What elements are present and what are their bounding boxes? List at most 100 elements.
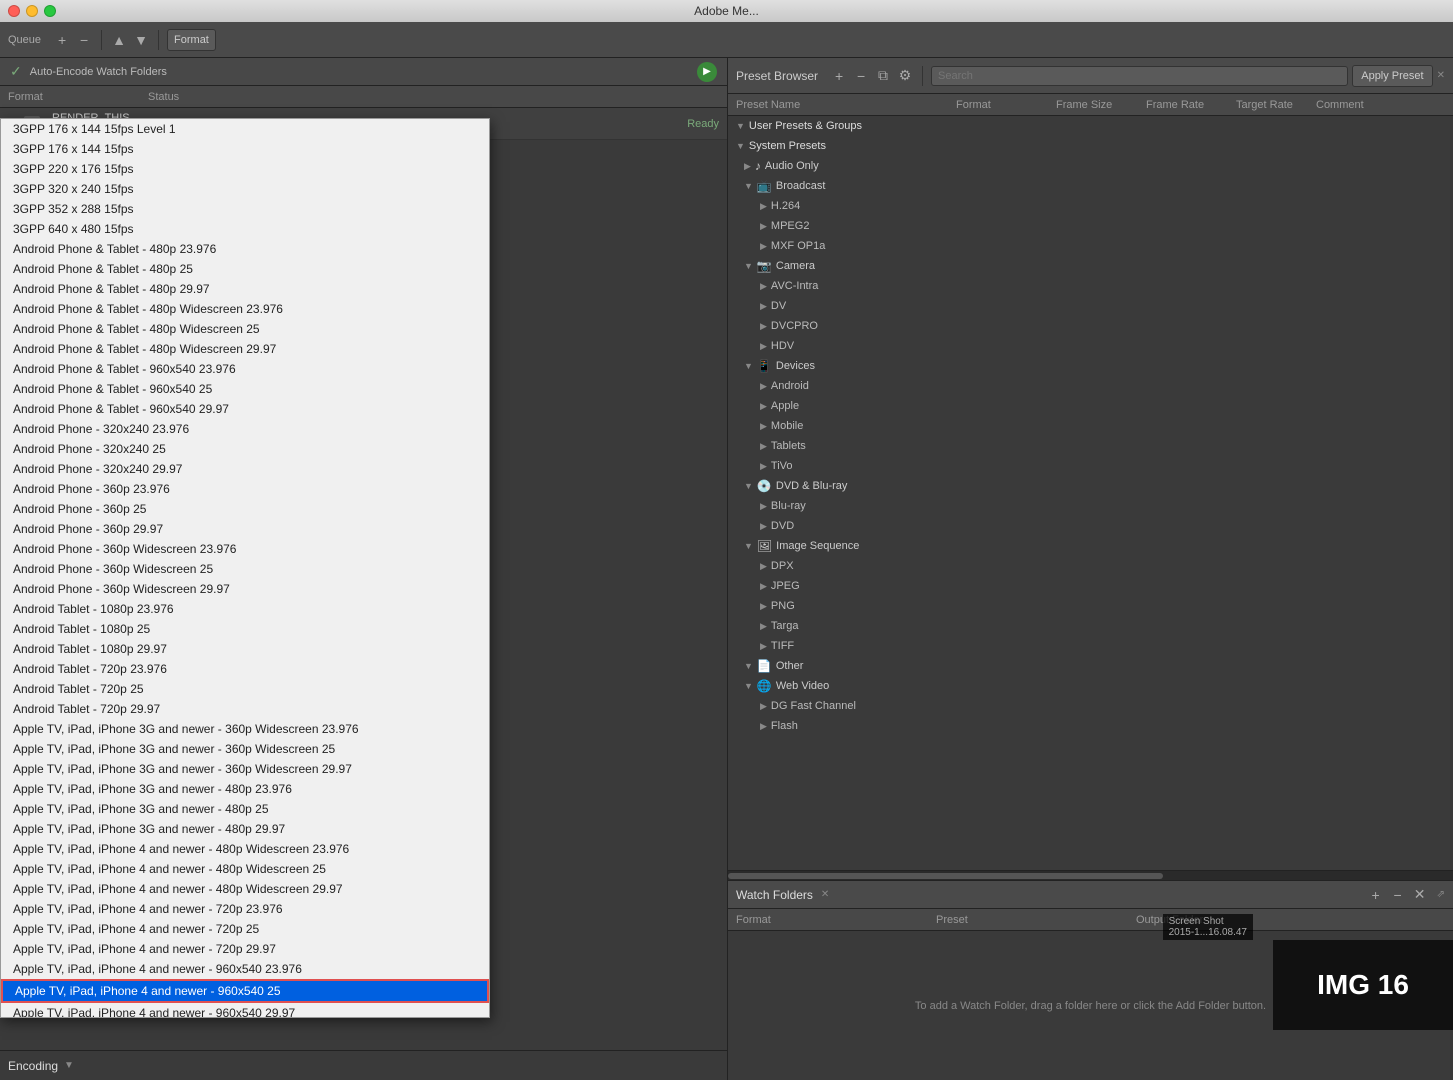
camera-dv[interactable]: ▶ DV — [728, 296, 1453, 316]
devices-tivo[interactable]: ▶ TiVo — [728, 456, 1453, 476]
dropdown-item[interactable]: Android Phone & Tablet - 960x540 23.976 — [1, 359, 489, 379]
dropdown-item[interactable]: Android Phone - 320x240 29.97 — [1, 459, 489, 479]
close-button[interactable] — [8, 5, 20, 17]
web-flash[interactable]: ▶ Flash — [728, 716, 1453, 736]
format-dropdown[interactable]: Format — [167, 29, 216, 51]
start-encode-btn[interactable]: ▶ — [697, 62, 717, 82]
dropdown-item[interactable]: Android Phone - 360p 25 — [1, 499, 489, 519]
dropdown-item[interactable]: 3GPP 320 x 240 15fps — [1, 179, 489, 199]
dropdown-item[interactable]: Android Phone - 360p Widescreen 29.97 — [1, 579, 489, 599]
imgseq-png[interactable]: ▶ PNG — [728, 596, 1453, 616]
dropdown-item[interactable]: Apple TV, iPad, iPhone 3G and newer - 48… — [1, 819, 489, 839]
dropdown-item[interactable]: Apple TV, iPad, iPhone 4 and newer - 480… — [1, 839, 489, 859]
camera-hdv[interactable]: ▶ HDV — [728, 336, 1453, 356]
dropdown-item[interactable]: Apple TV, iPad, iPhone 4 and newer - 480… — [1, 879, 489, 899]
devices-apple[interactable]: ▶ Apple — [728, 396, 1453, 416]
dropdown-item[interactable]: Apple TV, iPad, iPhone 4 and newer - 720… — [1, 919, 489, 939]
dropdown-item[interactable]: 3GPP 176 x 144 15fps — [1, 139, 489, 159]
dropdown-item[interactable]: 3GPP 640 x 480 15fps — [1, 219, 489, 239]
watch-folders-close-icon[interactable]: ✕ — [821, 889, 829, 900]
devices-mobile[interactable]: ▶ Mobile — [728, 416, 1453, 436]
apply-preset-button[interactable]: Apply Preset — [1352, 65, 1432, 87]
dropdown-item[interactable]: Android Tablet - 1080p 25 — [1, 619, 489, 639]
dvd-group[interactable]: ▼ 💿 DVD & Blu-ray — [728, 476, 1453, 496]
broadcast-h264[interactable]: ▶ H.264 — [728, 196, 1453, 216]
imgseq-targa[interactable]: ▶ Targa — [728, 616, 1453, 636]
broadcast-mpeg2[interactable]: ▶ MPEG2 — [728, 216, 1453, 236]
settings-preset-icon[interactable]: ⚙ — [896, 67, 914, 85]
broadcast-mxf[interactable]: ▶ MXF OP1a — [728, 236, 1453, 256]
auto-encode-label[interactable]: Auto-Encode Watch Folders — [30, 66, 167, 78]
dropdown-item[interactable]: Apple TV, iPad, iPhone 4 and newer - 960… — [1, 959, 489, 979]
dropdown-item[interactable]: Android Phone - 320x240 23.976 — [1, 419, 489, 439]
preset-panel-collapse[interactable]: ✕ — [1437, 70, 1445, 81]
dropdown-item[interactable]: 3GPP 220 x 176 15fps — [1, 159, 489, 179]
dropdown-item[interactable]: Android Phone & Tablet - 960x540 25 — [1, 379, 489, 399]
image-seq-group[interactable]: ▼ 🖼 Image Sequence — [728, 536, 1453, 556]
dropdown-item[interactable]: Apple TV, iPad, iPhone 4 and newer - 960… — [1, 1003, 489, 1018]
dropdown-item[interactable]: Android Tablet - 720p 25 — [1, 679, 489, 699]
dropdown-item[interactable]: Android Tablet - 1080p 29.97 — [1, 639, 489, 659]
imgseq-dpx[interactable]: ▶ DPX — [728, 556, 1453, 576]
dvd-bluray[interactable]: ▶ Blu-ray — [728, 496, 1453, 516]
system-presets-group[interactable]: ▼ System Presets — [728, 136, 1453, 156]
dropdown-item[interactable]: Android Phone & Tablet - 480p Widescreen… — [1, 339, 489, 359]
move-up-icon[interactable]: ▲ — [110, 31, 128, 49]
dropdown-item[interactable]: Apple TV, iPad, iPhone 4 and newer - 720… — [1, 899, 489, 919]
broadcast-group[interactable]: ▼ 📺 Broadcast — [728, 176, 1453, 196]
devices-group[interactable]: ▼ 📱 Devices — [728, 356, 1453, 376]
dropdown-item[interactable]: Android Phone & Tablet - 480p Widescreen… — [1, 299, 489, 319]
dropdown-item[interactable]: Apple TV, iPad, iPhone 4 and newer - 720… — [1, 939, 489, 959]
dropdown-item[interactable]: Android Tablet - 720p 29.97 — [1, 699, 489, 719]
dropdown-item[interactable]: 3GPP 176 x 144 15fps Level 1 — [1, 119, 489, 139]
imgseq-tiff[interactable]: ▶ TIFF — [728, 636, 1453, 656]
camera-avc[interactable]: ▶ AVC-Intra — [728, 276, 1453, 296]
remove-watch-btn[interactable]: ✕ — [1411, 886, 1429, 904]
remove-queue-icon[interactable]: − — [75, 31, 93, 49]
add-preset-icon[interactable]: + — [830, 67, 848, 85]
dropdown-item[interactable]: Android Phone - 360p Widescreen 25 — [1, 559, 489, 579]
dropdown-item[interactable]: Apple TV, iPad, iPhone 3G and newer - 36… — [1, 719, 489, 739]
maximize-button[interactable] — [44, 5, 56, 17]
dropdown-item[interactable]: Android Phone - 360p 29.97 — [1, 519, 489, 539]
audio-only-group[interactable]: ▶ ♪ Audio Only — [728, 156, 1453, 176]
web-dg-fast[interactable]: ▶ DG Fast Channel — [728, 696, 1453, 716]
user-presets-group[interactable]: ▼ User Presets & Groups — [728, 116, 1453, 136]
devices-tablets[interactable]: ▶ Tablets — [728, 436, 1453, 456]
dropdown-item[interactable]: 3GPP 352 x 288 15fps — [1, 199, 489, 219]
camera-group[interactable]: ▼ 📷 Camera — [728, 256, 1453, 276]
dropdown-item[interactable]: Apple TV, iPad, iPhone 3G and newer - 48… — [1, 779, 489, 799]
dropdown-item[interactable]: Android Phone & Tablet - 480p 29.97 — [1, 279, 489, 299]
dropdown-item[interactable]: Apple TV, iPad, iPhone 4 and newer - 480… — [1, 859, 489, 879]
preset-scrollbar[interactable] — [728, 870, 1453, 880]
encoding-collapse[interactable]: ▼ — [64, 1060, 74, 1071]
devices-android[interactable]: ▶ Android — [728, 376, 1453, 396]
duplicate-preset-icon[interactable]: ⧉ — [874, 67, 892, 85]
watch-folders-collapse[interactable]: ⇗ — [1437, 889, 1445, 900]
dropdown-item[interactable]: Android Tablet - 1080p 23.976 — [1, 599, 489, 619]
dropdown-item[interactable]: Apple TV, iPad, iPhone 3G and newer - 48… — [1, 799, 489, 819]
add-queue-icon[interactable]: + — [53, 31, 71, 49]
dropdown-item[interactable]: Apple TV, iPad, iPhone 3G and newer - 36… — [1, 759, 489, 779]
add-watch-folder-btn[interactable]: + — [1367, 886, 1385, 904]
dropdown-item[interactable]: Apple TV, iPad, iPhone 3G and newer - 36… — [1, 739, 489, 759]
other-group[interactable]: ▼ 📄 Other — [728, 656, 1453, 676]
dropdown-item[interactable]: Android Phone - 320x240 25 — [1, 439, 489, 459]
dropdown-item[interactable]: Apple TV, iPad, iPhone 4 and newer - 960… — [1, 979, 489, 1003]
dropdown-item[interactable]: Android Tablet - 720p 23.976 — [1, 659, 489, 679]
dropdown-item[interactable]: Android Phone & Tablet - 480p Widescreen… — [1, 319, 489, 339]
imgseq-jpeg[interactable]: ▶ JPEG — [728, 576, 1453, 596]
settings-watch-btn[interactable]: − — [1389, 886, 1407, 904]
remove-preset-icon[interactable]: − — [852, 67, 870, 85]
preset-search-input[interactable] — [931, 66, 1348, 86]
move-down-icon[interactable]: ▼ — [132, 31, 150, 49]
dropdown-item[interactable]: Android Phone & Tablet - 960x540 29.97 — [1, 399, 489, 419]
dropdown-item[interactable]: Android Phone - 360p Widescreen 23.976 — [1, 539, 489, 559]
web-video-group[interactable]: ▼ 🌐 Web Video — [728, 676, 1453, 696]
camera-dvcpro[interactable]: ▶ DVCPRO — [728, 316, 1453, 336]
dropdown-item[interactable]: Android Phone - 360p 23.976 — [1, 479, 489, 499]
dropdown-item[interactable]: Android Phone & Tablet - 480p 23.976 — [1, 239, 489, 259]
dvd-dvd[interactable]: ▶ DVD — [728, 516, 1453, 536]
minimize-button[interactable] — [26, 5, 38, 17]
dropdown-item[interactable]: Android Phone & Tablet - 480p 25 — [1, 259, 489, 279]
